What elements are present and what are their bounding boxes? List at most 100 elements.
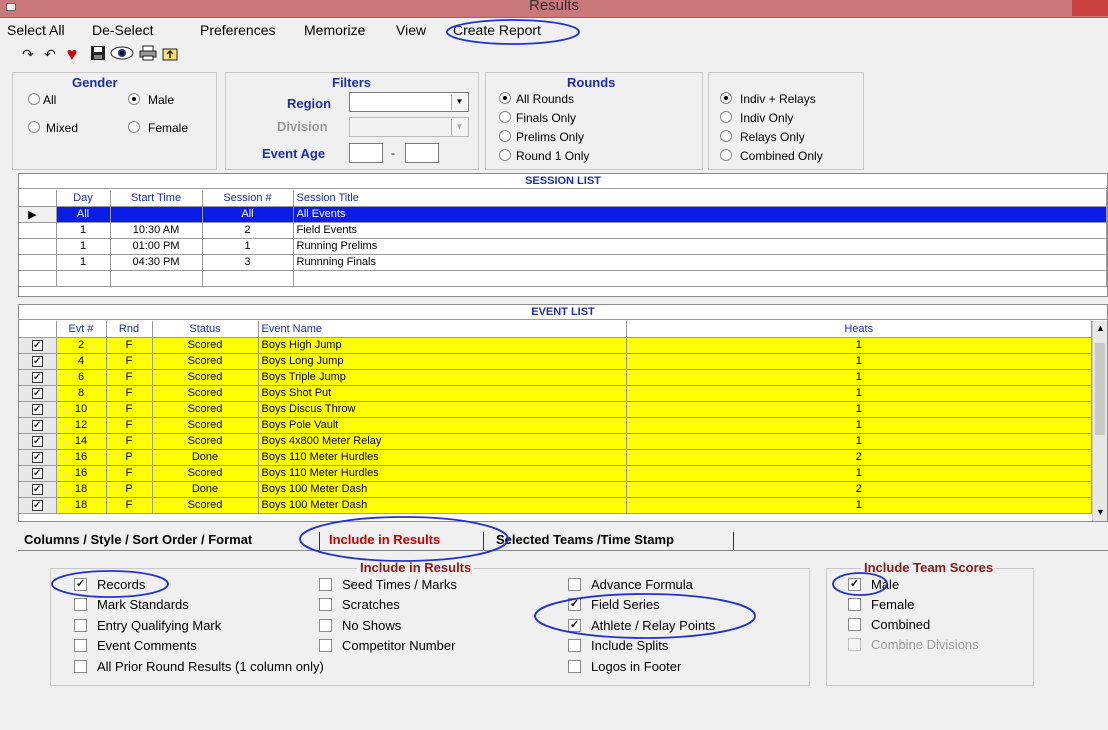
region-dropdown[interactable]: ▼ bbox=[349, 92, 469, 112]
seed-times-marks-checkbox[interactable] bbox=[319, 578, 332, 591]
event-number-cell: 16 bbox=[56, 449, 107, 466]
menu-preferences[interactable]: Preferences bbox=[200, 22, 275, 38]
row-checkbox[interactable]: ✓ bbox=[19, 417, 57, 434]
column-header[interactable]: Start Time bbox=[110, 190, 203, 207]
print-icon[interactable] bbox=[138, 45, 158, 63]
field-series-checkbox[interactable]: ✓ bbox=[568, 598, 581, 611]
records-checkbox[interactable]: ✓ bbox=[74, 578, 87, 591]
scratches-checkbox[interactable] bbox=[319, 598, 332, 611]
menu-view[interactable]: View bbox=[396, 22, 426, 38]
event-age-min-input[interactable] bbox=[349, 143, 383, 163]
male-score-checkbox[interactable]: ✓ bbox=[848, 578, 861, 591]
row-checkbox[interactable]: ✓ bbox=[19, 465, 57, 482]
table-row[interactable]: ✓ 12 F Scored Boys Pole Vault 1 bbox=[19, 417, 1092, 434]
tab-columns-style[interactable]: Columns / Style / Sort Order / Format bbox=[24, 529, 252, 551]
check-icon: ✓ bbox=[31, 484, 43, 495]
table-row[interactable]: ✓ 8 F Scored Boys Shot Put 1 bbox=[19, 385, 1092, 402]
finals-only-radio[interactable] bbox=[499, 111, 511, 123]
menu-select-all[interactable]: Select All bbox=[7, 22, 65, 38]
gender-male-radio[interactable] bbox=[128, 93, 140, 105]
advance-formula-checkbox[interactable] bbox=[568, 578, 581, 591]
view-eye-icon[interactable] bbox=[108, 45, 136, 63]
table-row[interactable]: ✓ 18 F Scored Boys 100 Meter Dash 1 bbox=[19, 497, 1092, 514]
close-button[interactable] bbox=[1072, 0, 1108, 16]
row-checkbox[interactable]: ✓ bbox=[19, 433, 57, 450]
row-checkbox[interactable]: ✓ bbox=[19, 385, 57, 402]
mark-standards-checkbox[interactable] bbox=[74, 598, 87, 611]
include-results-title: Include in Results bbox=[357, 560, 475, 575]
redo-icon[interactable]: ↷ bbox=[18, 45, 38, 63]
relays-only-label: Relays Only bbox=[740, 130, 805, 144]
row-checkbox[interactable]: ✓ bbox=[19, 481, 57, 498]
athlete-relay-points-checkbox[interactable]: ✓ bbox=[568, 619, 581, 632]
no-shows-checkbox[interactable] bbox=[319, 619, 332, 632]
row-checkbox[interactable]: ✓ bbox=[19, 353, 57, 370]
table-row[interactable]: 1 10:30 AM 2 Field Events bbox=[19, 222, 1107, 239]
table-row[interactable]: ✓ 2 F Scored Boys High Jump 1 bbox=[19, 337, 1092, 354]
column-header[interactable]: Status bbox=[152, 321, 259, 338]
scrollbar-thumb[interactable] bbox=[1095, 343, 1105, 435]
table-row[interactable]: ▶ All All All Events bbox=[19, 206, 1107, 223]
round-cell: P bbox=[106, 481, 153, 498]
round-cell: F bbox=[106, 337, 153, 354]
column-header[interactable]: Day bbox=[56, 190, 111, 207]
table-row[interactable]: ✓ 4 F Scored Boys Long Jump 1 bbox=[19, 353, 1092, 370]
tab-include-in-results[interactable]: Include in Results bbox=[329, 529, 440, 551]
save-icon[interactable] bbox=[88, 45, 108, 63]
undo-icon[interactable]: ↶ bbox=[40, 45, 60, 63]
export-icon[interactable] bbox=[160, 45, 180, 63]
row-checkbox[interactable]: ✓ bbox=[19, 369, 57, 386]
table-row[interactable]: ✓ 6 F Scored Boys Triple Jump 1 bbox=[19, 369, 1092, 386]
menu-de-select[interactable]: De-Select bbox=[92, 22, 153, 38]
prelims-only-radio[interactable] bbox=[499, 130, 511, 142]
event-age-max-input[interactable] bbox=[405, 143, 439, 163]
gender-mixed-radio[interactable] bbox=[28, 121, 40, 133]
tab-selected-teams[interactable]: Selected Teams /Time Stamp bbox=[496, 529, 674, 551]
include-splits-checkbox[interactable] bbox=[568, 639, 581, 652]
logos-in-footer-checkbox[interactable] bbox=[568, 660, 581, 673]
table-row[interactable]: ✓ 14 F Scored Boys 4x800 Meter Relay 1 bbox=[19, 433, 1092, 450]
column-header[interactable]: Evt # bbox=[56, 321, 107, 338]
combined-only-radio[interactable] bbox=[720, 149, 732, 161]
table-row[interactable]: 1 04:30 PM 3 Runnning Finals bbox=[19, 254, 1107, 271]
row-checkbox[interactable]: ✓ bbox=[19, 337, 57, 354]
column-header[interactable]: Session Title bbox=[293, 190, 1107, 207]
all-rounds-radio[interactable] bbox=[499, 92, 511, 104]
column-header[interactable]: Heats bbox=[626, 321, 1092, 338]
column-header[interactable]: Session # bbox=[202, 190, 294, 207]
event-age-separator: - bbox=[391, 146, 395, 160]
heart-icon[interactable]: ♥ bbox=[62, 45, 82, 63]
table-row[interactable]: ✓ 16 F Scored Boys 110 Meter Hurdles 1 bbox=[19, 465, 1092, 482]
row-checkbox[interactable]: ✓ bbox=[19, 401, 57, 418]
indiv-relays-radio[interactable] bbox=[720, 92, 732, 104]
entry-qualifying-mark-checkbox[interactable] bbox=[74, 619, 87, 632]
table-row[interactable]: ✓ 16 P Done Boys 110 Meter Hurdles 2 bbox=[19, 449, 1092, 466]
prelims-only-label: Prelims Only bbox=[516, 130, 585, 144]
event-list-scrollbar[interactable]: ▲ ▼ bbox=[1092, 321, 1107, 521]
table-row[interactable] bbox=[19, 270, 1107, 287]
gender-female-radio[interactable] bbox=[128, 121, 140, 133]
table-row[interactable]: ✓ 10 F Scored Boys Discus Throw 1 bbox=[19, 401, 1092, 418]
menu-create-report[interactable]: Create Report bbox=[453, 22, 541, 38]
heats-cell: 1 bbox=[626, 465, 1092, 482]
competitor-number-checkbox[interactable] bbox=[319, 639, 332, 652]
event-comments-checkbox[interactable] bbox=[74, 639, 87, 652]
combined-score-checkbox[interactable] bbox=[848, 618, 861, 631]
row-checkbox[interactable]: ✓ bbox=[19, 497, 57, 514]
menu-memorize[interactable]: Memorize bbox=[304, 22, 365, 38]
round1-only-radio[interactable] bbox=[499, 149, 511, 161]
table-row[interactable]: 1 01:00 PM 1 Running Prelims bbox=[19, 238, 1107, 255]
event-name-cell: Boys High Jump bbox=[258, 337, 627, 354]
female-score-checkbox[interactable] bbox=[848, 598, 861, 611]
event-list-title: EVENT LIST bbox=[19, 305, 1107, 320]
row-checkbox[interactable]: ✓ bbox=[19, 449, 57, 466]
gender-all-radio[interactable] bbox=[28, 93, 40, 105]
column-header[interactable]: Event Name bbox=[258, 321, 627, 338]
scroll-down-icon[interactable]: ▼ bbox=[1096, 507, 1105, 517]
relays-only-radio[interactable] bbox=[720, 130, 732, 142]
table-row[interactable]: ✓ 18 P Done Boys 100 Meter Dash 2 bbox=[19, 481, 1092, 498]
scroll-up-icon[interactable]: ▲ bbox=[1096, 323, 1105, 333]
indiv-only-radio[interactable] bbox=[720, 111, 732, 123]
all-prior-round-results-checkbox[interactable] bbox=[74, 660, 87, 673]
column-header[interactable]: Rnd bbox=[106, 321, 153, 338]
